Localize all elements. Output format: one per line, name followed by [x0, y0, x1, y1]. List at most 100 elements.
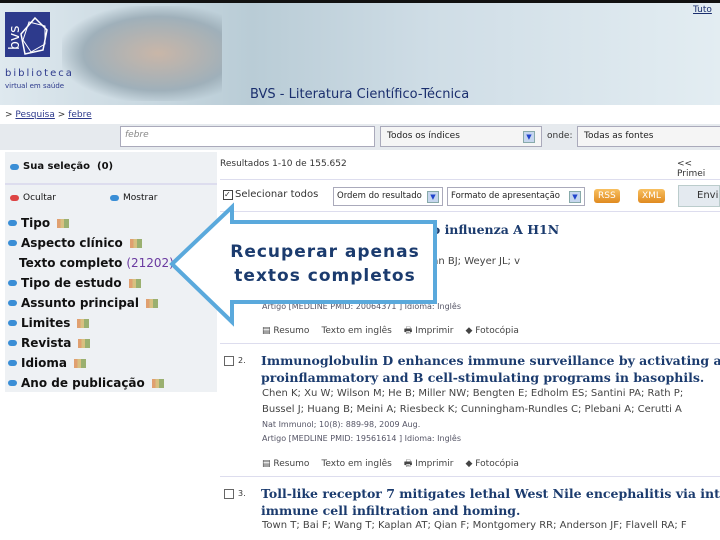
bullet-icon — [8, 360, 17, 366]
result-actions: ▤ Resumo Texto em inglês 🖶 Imprimir ◆ Fotoc… — [262, 323, 519, 339]
abstract-label: Resumo — [273, 326, 310, 336]
callout-line: Recuperar apenas — [230, 242, 420, 262]
format-value: Formato de apresentação — [451, 191, 560, 201]
print-label: Imprimir — [415, 326, 454, 336]
chart-icon[interactable] — [77, 318, 90, 328]
result-source: Nat Immunol; 10(8): 889-98, 2009 Aug. — [262, 420, 421, 429]
order-value: Ordem do resultado — [337, 191, 422, 201]
print-label: Imprimir — [415, 459, 454, 469]
photocopy-link[interactable]: ◆ Fotocópia — [466, 326, 519, 336]
facet-limites[interactable]: Limites — [8, 316, 90, 330]
result-checkbox[interactable] — [224, 489, 234, 499]
chart-icon[interactable] — [57, 218, 70, 228]
breadcrumb-sep: > — [5, 110, 13, 120]
chevron-down-icon: ▼ — [523, 131, 535, 143]
source-select[interactable]: Todas as fontes — [577, 126, 720, 147]
bvs-logo[interactable]: bvs — [5, 12, 50, 57]
breadcrumb-febre[interactable]: febre — [68, 110, 91, 120]
bullet-icon — [8, 280, 17, 286]
facet-assunto-principal[interactable]: Assunto principal — [8, 296, 159, 310]
facet-idioma[interactable]: Idioma — [8, 356, 87, 370]
fulltext-link[interactable]: Texto em inglês — [321, 326, 391, 336]
chart-icon[interactable] — [151, 378, 164, 388]
bullet-icon — [8, 240, 17, 246]
divider — [5, 183, 217, 185]
facet-label: Texto completo — [19, 256, 123, 270]
breadcrumb: > Pesquisa > febre — [5, 110, 92, 120]
result-number: 2. — [238, 356, 246, 365]
search-input[interactable]: febre — [120, 126, 375, 147]
facet-tipo[interactable]: Tipo — [8, 216, 70, 230]
format-select[interactable]: Formato de apresentação ▼ — [447, 187, 585, 206]
hide-label: Ocultar — [23, 193, 56, 203]
fulltext-link[interactable]: Texto em inglês — [321, 459, 391, 469]
result-meta: Artigo [MEDLINE PMID: 19561614 ] Idioma:… — [262, 434, 461, 443]
tutorial-link[interactable]: Tuto — [693, 5, 712, 15]
send-label: Envi — [697, 190, 719, 201]
result-title-cont[interactable]: proinflammatory and B cell-stimulating p… — [261, 370, 704, 385]
index-select[interactable]: Todos os índices ▼ — [380, 126, 542, 147]
facet-ano-de-publicacao[interactable]: Ano de publicação — [8, 376, 164, 390]
chart-icon[interactable] — [74, 358, 87, 368]
site-title: BVS - Literatura Científico-Técnica — [250, 87, 470, 102]
abstract-link[interactable]: ▤ Resumo — [262, 326, 309, 336]
chart-icon[interactable] — [146, 298, 159, 308]
result-title[interactable]: iate cellular resistance to influenza A … — [261, 222, 559, 237]
banner-photo — [62, 6, 222, 101]
bullet-icon — [8, 320, 17, 326]
select-all[interactable]: ✓ Selecionar todos — [223, 189, 318, 200]
facet-label: Revista — [21, 336, 72, 350]
callout-line: textos completos — [234, 266, 416, 286]
chart-icon[interactable] — [78, 338, 91, 348]
facet-label: Aspecto clínico — [21, 236, 123, 250]
first-page-link[interactable]: << Primei — [677, 159, 720, 179]
facet-count[interactable]: (21202) — [126, 256, 174, 270]
logo-subtitle: virtual em saúde — [5, 82, 65, 90]
checkbox-checked-icon[interactable]: ✓ — [223, 189, 233, 200]
print-link[interactable]: 🖶 Imprimir — [404, 323, 454, 339]
bullet-icon — [8, 380, 17, 386]
photocopy-label: Fotocópia — [475, 459, 519, 469]
selection-link[interactable]: Sua seleção (0) — [10, 161, 113, 172]
facet-label: Assunto principal — [21, 296, 140, 310]
send-button[interactable]: Envi — [678, 185, 720, 207]
facet-label: Ano de publicação — [21, 376, 145, 390]
result-checkbox[interactable] — [224, 356, 234, 366]
rss-label: RSS — [598, 191, 616, 201]
chevron-down-icon: ▼ — [427, 191, 439, 203]
breadcrumb-sep: > — [57, 110, 66, 120]
result-title-cont[interactable]: immune cell infiltration and homing. — [261, 503, 520, 518]
facet-revista[interactable]: Revista — [8, 336, 91, 350]
result-title[interactable]: Toll-like receptor 7 mitigates lethal We… — [261, 486, 720, 501]
result-authors: Town T; Bai F; Wang T; Kaplan AT; Qian F… — [262, 520, 687, 531]
facet-texto-completo[interactable]: Texto completo (21202) — [19, 256, 174, 270]
order-select[interactable]: Ordem do resultado ▼ — [333, 187, 443, 206]
abstract-link[interactable]: ▤ Resumo — [262, 459, 309, 469]
facet-label: Tipo — [21, 216, 51, 230]
chart-icon[interactable] — [129, 238, 142, 248]
chart-icon[interactable] — [128, 278, 141, 288]
result-actions: ▤ Resumo Texto em inglês 🖶 Imprimir ◆ Fotoc… — [262, 456, 519, 472]
divider — [220, 211, 720, 212]
print-link[interactable]: 🖶 Imprimir — [404, 456, 454, 472]
result-number: 3. — [238, 489, 246, 498]
xml-label: XML — [642, 191, 661, 201]
show-icon — [110, 195, 119, 201]
facet-tipo-de-estudo[interactable]: Tipo de estudo — [8, 276, 141, 290]
divider — [220, 343, 720, 344]
bullet-icon — [10, 163, 19, 170]
show-button[interactable]: Mostrar — [110, 193, 157, 203]
facet-label: Limites — [21, 316, 71, 330]
xml-button[interactable]: XML — [638, 189, 665, 203]
photocopy-label: Fotocópia — [475, 326, 519, 336]
facet-label: Idioma — [21, 356, 68, 370]
photocopy-link[interactable]: ◆ Fotocópia — [466, 459, 519, 469]
abstract-label: Resumo — [273, 459, 310, 469]
divider — [220, 179, 720, 180]
facet-aspecto-clinico[interactable]: Aspecto clínico — [8, 236, 142, 250]
bullet-icon — [8, 220, 17, 226]
breadcrumb-pesquisa[interactable]: Pesquisa — [15, 110, 54, 120]
result-title[interactable]: Immunoglobulin D enhances immune surveil… — [261, 353, 720, 368]
rss-button[interactable]: RSS — [594, 189, 620, 203]
hide-button[interactable]: Ocultar — [10, 193, 56, 203]
